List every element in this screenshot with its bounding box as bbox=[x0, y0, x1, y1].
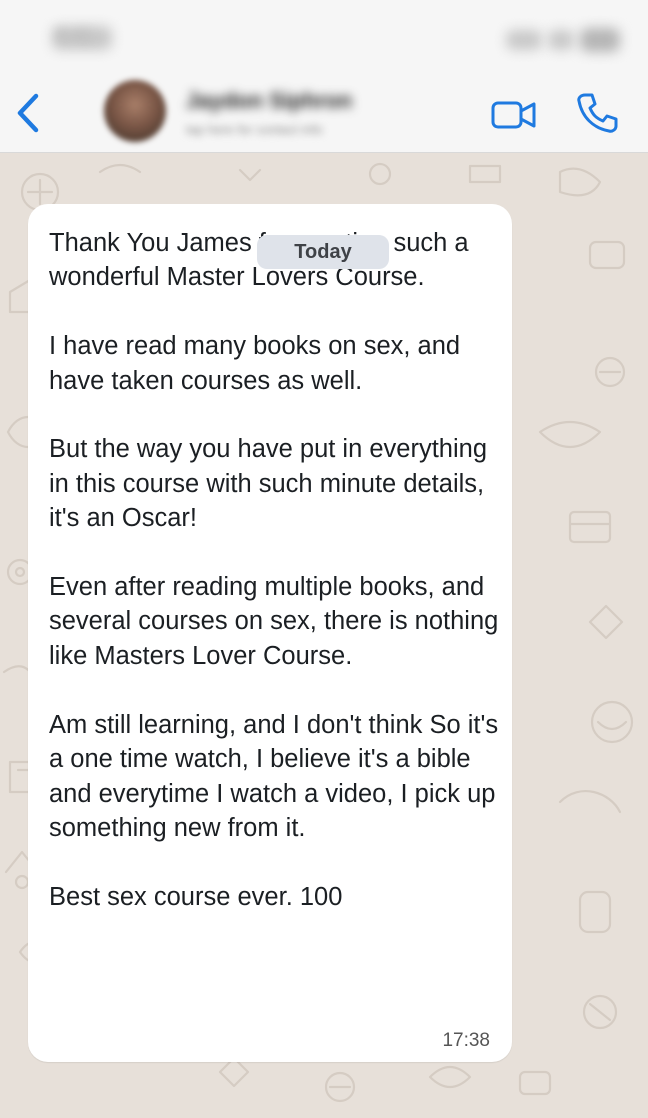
date-chip: Today bbox=[257, 235, 389, 269]
contact-subtitle[interactable]: tap here for contact info bbox=[186, 122, 426, 140]
avatar[interactable] bbox=[104, 80, 166, 142]
video-camera-icon bbox=[491, 101, 536, 129]
voice-call-button[interactable] bbox=[574, 90, 620, 136]
signal-icon bbox=[506, 30, 542, 50]
phone-icon bbox=[577, 93, 618, 133]
status-bar: 9:41 bbox=[0, 0, 648, 76]
wifi-icon bbox=[548, 30, 574, 50]
chevron-left-icon bbox=[17, 93, 39, 133]
video-call-button[interactable] bbox=[490, 94, 538, 134]
status-time-text: 9:41 bbox=[56, 26, 93, 46]
message-text: Thank You James for creating such a wond… bbox=[49, 229, 499, 911]
message-bubble[interactable]: Thank You James for creating such a wond… bbox=[28, 204, 512, 1062]
battery-icon bbox=[580, 28, 620, 52]
message-time: 17:38 bbox=[442, 1030, 490, 1051]
chat-header: Jaydon Siphron tap here for contact info bbox=[0, 76, 648, 153]
contact-name[interactable]: Jaydon Siphron bbox=[186, 88, 396, 114]
back-button[interactable] bbox=[10, 90, 44, 136]
